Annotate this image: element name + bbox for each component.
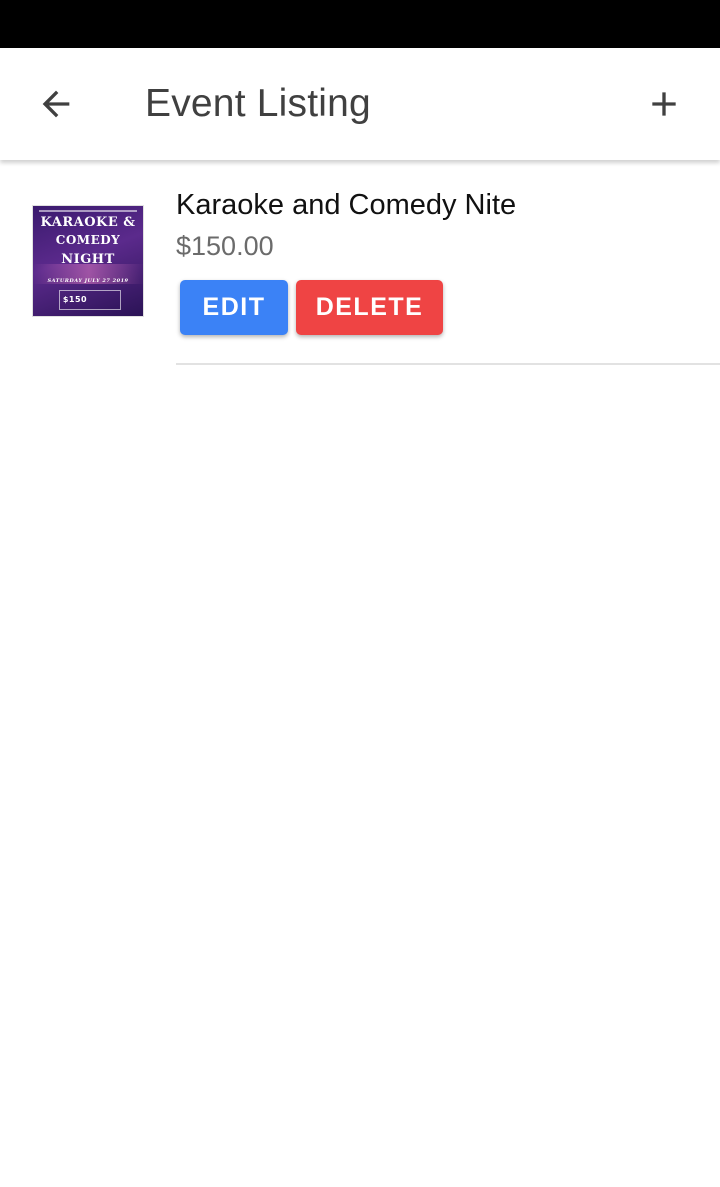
thumbnail-text: KARAOKE & <box>40 215 136 230</box>
list-divider <box>176 363 720 365</box>
add-event-button[interactable] <box>632 72 696 136</box>
status-bar <box>0 0 720 48</box>
back-button[interactable] <box>24 72 88 136</box>
app-bar: Event Listing <box>0 48 720 160</box>
edit-button[interactable]: EDIT <box>180 280 288 335</box>
thumbnail-price: $150 <box>62 295 88 304</box>
thumbnail-decor-line <box>39 210 137 212</box>
event-title: Karaoke and Comedy Nite <box>176 189 517 221</box>
event-price: $150.00 <box>176 231 274 261</box>
plus-icon <box>652 92 676 116</box>
event-list: KARAOKE & COMEDY NIGHT SATURDAY JULY 27 … <box>0 160 720 365</box>
event-thumbnail: KARAOKE & COMEDY NIGHT SATURDAY JULY 27 … <box>32 205 144 317</box>
delete-button[interactable]: DELETE <box>296 280 443 335</box>
thumbnail-price-box: $150 <box>59 290 121 310</box>
thumbnail-date: SATURDAY JULY 27 2019 <box>47 278 129 284</box>
list-item: KARAOKE & COMEDY NIGHT SATURDAY JULY 27 … <box>0 160 720 365</box>
page-title: Event Listing <box>145 82 371 125</box>
thumbnail-text: COMEDY <box>55 233 121 247</box>
thumbnail-text: NIGHT <box>61 252 115 267</box>
arrow-left-icon <box>42 90 70 118</box>
